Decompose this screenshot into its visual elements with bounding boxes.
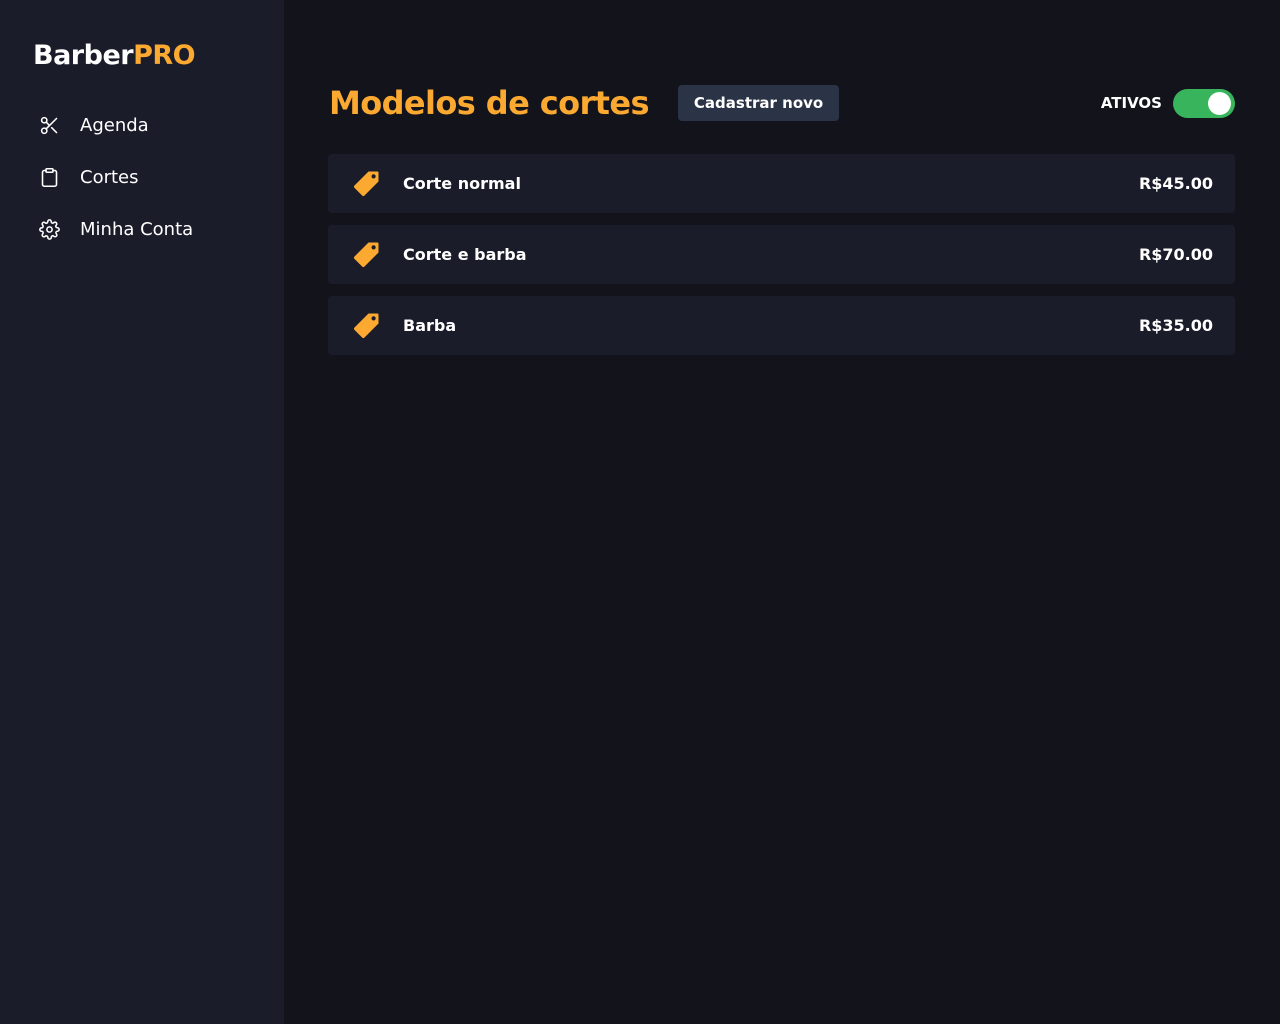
sidebar-item-cortes[interactable]: Cortes (0, 151, 284, 203)
sidebar-item-label: Minha Conta (80, 218, 194, 240)
active-filter: ATIVOS (1100, 88, 1235, 118)
haircut-name: Corte e barba (403, 245, 527, 264)
list-item[interactable]: Corte e barba R$70.00 (328, 225, 1235, 284)
tag-icon (350, 310, 382, 342)
haircut-name: Corte normal (403, 174, 521, 193)
page-title: Modelos de cortes (329, 84, 650, 122)
brand-name-part1: Barber (33, 40, 134, 71)
sidebar-item-label: Cortes (80, 166, 139, 188)
register-new-button[interactable]: Cadastrar novo (677, 85, 840, 121)
haircut-price: R$35.00 (1138, 316, 1213, 335)
haircut-price: R$45.00 (1138, 174, 1213, 193)
haircut-list: Corte normal R$45.00 Corte e barba R$70.… (328, 154, 1235, 355)
active-toggle-label: ATIVOS (1100, 94, 1162, 112)
tag-icon (350, 168, 382, 200)
brand-name-part2: PRO (133, 40, 196, 71)
sidebar-item-agenda[interactable]: Agenda (0, 99, 284, 151)
sidebar-item-label: Agenda (80, 114, 149, 136)
toggle-knob (1208, 91, 1231, 115)
sidebar-nav: Agenda Cortes Minha Conta (0, 99, 284, 255)
list-item[interactable]: Barba R$35.00 (328, 296, 1235, 355)
gear-icon (38, 218, 60, 240)
haircut-price: R$70.00 (1138, 245, 1213, 264)
sidebar-item-minha-conta[interactable]: Minha Conta (0, 203, 284, 255)
clipboard-icon (38, 166, 60, 188)
tag-icon (350, 239, 382, 271)
page-header: Modelos de cortes Cadastrar novo ATIVOS (329, 84, 1235, 122)
active-toggle[interactable] (1173, 88, 1235, 118)
list-item[interactable]: Corte normal R$45.00 (328, 154, 1235, 213)
main-content: Modelos de cortes Cadastrar novo ATIVOS … (284, 0, 1280, 1024)
app: BarberPRO Agenda Cortes Minha Conta Mode… (0, 0, 1280, 1024)
sidebar: BarberPRO Agenda Cortes Minha Conta (0, 0, 284, 1024)
scissors-icon (38, 114, 60, 136)
brand-logo[interactable]: BarberPRO (33, 40, 284, 72)
haircut-name: Barba (403, 316, 457, 335)
